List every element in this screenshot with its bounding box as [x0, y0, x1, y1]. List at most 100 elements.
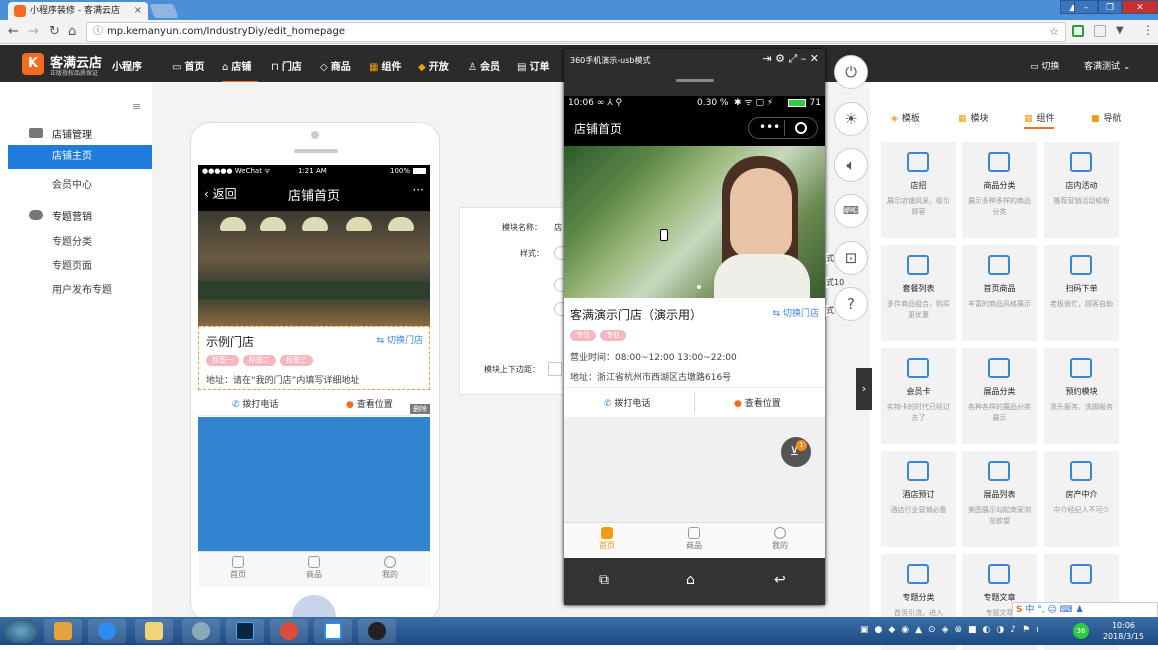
sidebar-item-user-topic[interactable]: 用户发布专题: [52, 281, 112, 296]
minimize-icon[interactable]: –: [801, 52, 807, 65]
switch-store-link[interactable]: ⇆ 切换门店: [773, 306, 819, 319]
taskbar-app[interactable]: [270, 619, 308, 643]
help-icon[interactable]: ?: [834, 287, 868, 321]
menu-home[interactable]: ▭ 首页: [172, 58, 204, 73]
expand-panel-button[interactable]: ›: [856, 368, 872, 410]
back-icon[interactable]: ←: [8, 24, 19, 39]
browser-tab[interactable]: 小程序装修 - 客满云店 ×: [8, 2, 148, 20]
call-button[interactable]: ✆ 拨打电话: [604, 396, 650, 409]
location-button[interactable]: ● 查看位置: [734, 396, 781, 409]
collapse-icon[interactable]: ≡: [132, 100, 141, 113]
reload-icon[interactable]: ↻: [49, 24, 60, 39]
drag-handle[interactable]: [676, 79, 714, 82]
switch-store-link[interactable]: ⇆ 切换门店: [377, 333, 423, 346]
clock[interactable]: 10:06 2018/3/15: [1103, 620, 1144, 642]
back-link[interactable]: ‹ 返回: [204, 185, 237, 202]
tab-templates[interactable]: ◈ 模板: [891, 111, 920, 124]
tab-home[interactable]: 首页: [587, 527, 627, 551]
taskbar-app[interactable]: [135, 619, 173, 643]
menu-order[interactable]: ▤ 订单: [517, 58, 549, 73]
power-icon[interactable]: ⏻: [834, 55, 868, 89]
carousel-dot[interactable]: [697, 285, 701, 289]
fullscreen-icon[interactable]: ⤢: [788, 52, 797, 65]
minimize-button[interactable]: –: [1074, 0, 1098, 14]
start-button[interactable]: [4, 619, 38, 643]
forward-icon[interactable]: →: [28, 24, 39, 39]
module-name-value[interactable]: 店: [554, 222, 562, 233]
pin-icon[interactable]: ⇥: [762, 52, 771, 65]
taskbar-app[interactable]: [226, 619, 264, 643]
home-icon[interactable]: ⌂: [68, 24, 76, 39]
close-icon[interactable]: ✕: [810, 52, 819, 65]
filter-icon[interactable]: ▼: [1116, 25, 1124, 36]
close-window-button[interactable]: ✕: [1122, 0, 1158, 14]
taskbar-app[interactable]: [44, 619, 82, 643]
home-icon[interactable]: ⌂: [686, 572, 695, 588]
volume-icon[interactable]: 🔈︎: [834, 148, 868, 182]
component-card[interactable]: 会员卡 实物卡的时代已经过去了: [881, 348, 956, 444]
sidebar-item-shop-home[interactable]: 店铺主页: [8, 145, 152, 169]
component-card[interactable]: 预约模块 洗头服务，洗脚服务: [1044, 348, 1119, 444]
store-name: 示例门店: [206, 335, 255, 349]
keyboard-icon[interactable]: ⌨: [834, 194, 868, 228]
tab-components[interactable]: ▦ 组件: [1024, 111, 1055, 124]
menu-components[interactable]: ▦ 组件: [369, 58, 401, 73]
ime-toolbar[interactable]: S 中 °, ☺ ⌨ ♟: [1012, 602, 1158, 618]
tab-home[interactable]: 首页: [218, 556, 258, 580]
more-icon[interactable]: ···: [413, 183, 424, 197]
tab-goods[interactable]: 商品: [294, 556, 334, 580]
taskbar-app[interactable]: [88, 619, 126, 643]
brightness-icon[interactable]: ☀: [834, 102, 868, 136]
component-card[interactable]: 扫码下单 老板很忙，顾客自助: [1044, 245, 1119, 341]
capsule-menu[interactable]: •••: [748, 117, 818, 139]
info-icon[interactable]: ⓘ: [93, 23, 103, 41]
security-icon[interactable]: 36: [1073, 623, 1089, 639]
taskbar-app[interactable]: [358, 619, 396, 643]
taskbar-app[interactable]: [314, 619, 352, 643]
system-tray[interactable]: ▣●◆◉▲⊙◈⊗■◐◑♪⚑ı: [860, 625, 1045, 635]
component-card[interactable]: 展品列表 美图展示勾起商家浏览欲望: [962, 451, 1037, 547]
menu-shop[interactable]: ⌂ 店铺: [222, 58, 251, 73]
component-card[interactable]: 房产中介 中介经纪人不可少: [1044, 451, 1119, 547]
switch-button[interactable]: ▭ 切换: [1030, 59, 1059, 72]
bookmark-star-icon[interactable]: ☆: [1049, 23, 1059, 41]
sidebar-item-member-center[interactable]: 会员中心: [52, 176, 92, 191]
menu-goods[interactable]: ◇ 商品: [320, 58, 351, 73]
menu-open[interactable]: ◆ 开放: [418, 58, 449, 73]
extension-icon[interactable]: [1072, 25, 1084, 37]
sidebar-item-topic-category[interactable]: 专题分类: [52, 233, 92, 248]
menu-store[interactable]: ⊓ 门店: [271, 58, 302, 73]
component-card[interactable]: 套餐列表 多件商品组合，购买更优惠: [881, 245, 956, 341]
component-card[interactable]: 店内活动 推荐营销活动吸粉: [1044, 142, 1119, 238]
tab-goods[interactable]: 商品: [674, 527, 714, 551]
gear-icon[interactable]: ⚙: [775, 52, 785, 65]
margin-input[interactable]: [548, 362, 562, 376]
menu-icon[interactable]: ⋮: [1142, 23, 1154, 37]
new-tab-button[interactable]: [149, 4, 179, 18]
menu-member[interactable]: ♙ 会员: [468, 58, 500, 73]
location-button[interactable]: ● 查看位置: [346, 397, 393, 410]
delete-module-button[interactable]: 删除: [410, 404, 430, 414]
call-button[interactable]: ✆ 拨打电话: [232, 397, 278, 410]
tab-navigation[interactable]: ■ 导航: [1091, 111, 1122, 124]
close-tab-icon[interactable]: ×: [134, 2, 142, 20]
back-icon[interactable]: ↩: [774, 572, 786, 588]
tab-modules[interactable]: ▦ 模块: [958, 111, 989, 124]
component-card[interactable]: 首页商品 丰富的商品风格展示: [962, 245, 1037, 341]
recent-apps-icon[interactable]: ⧉: [599, 572, 609, 588]
sidebar-item-topic-page[interactable]: 专题页面: [52, 257, 92, 272]
crop-icon[interactable]: ⊡: [834, 241, 868, 275]
tab-mine[interactable]: 我的: [760, 527, 800, 551]
tab-mine[interactable]: 我的: [370, 556, 410, 580]
component-card[interactable]: 商品分类 展示多种多样的商品分类: [962, 142, 1037, 238]
url-bar[interactable]: ⓘ mp.kemanyun.com/IndustryDiy/edit_homep…: [86, 22, 1066, 42]
component-card[interactable]: 酒店预订 酒店行业营销必备: [881, 451, 956, 547]
taskbar-app[interactable]: [182, 619, 220, 643]
account-menu[interactable]: 客满测试 ⌄: [1084, 59, 1130, 72]
hidden-form-text: 式10: [826, 277, 845, 288]
component-card[interactable]: 展品分类 各种各样的展品分类展示: [962, 348, 1037, 444]
maximize-button[interactable]: ❐: [1098, 0, 1122, 14]
store-info-module[interactable]: 示例门店 ⇆ 切换门店 标签一 标签二 标签三 地址：请在“我的门店”内填写详细地址: [198, 326, 430, 390]
extension-icon[interactable]: [1094, 25, 1106, 37]
component-card[interactable]: 店招 展示店铺风采，吸引顾客: [881, 142, 956, 238]
